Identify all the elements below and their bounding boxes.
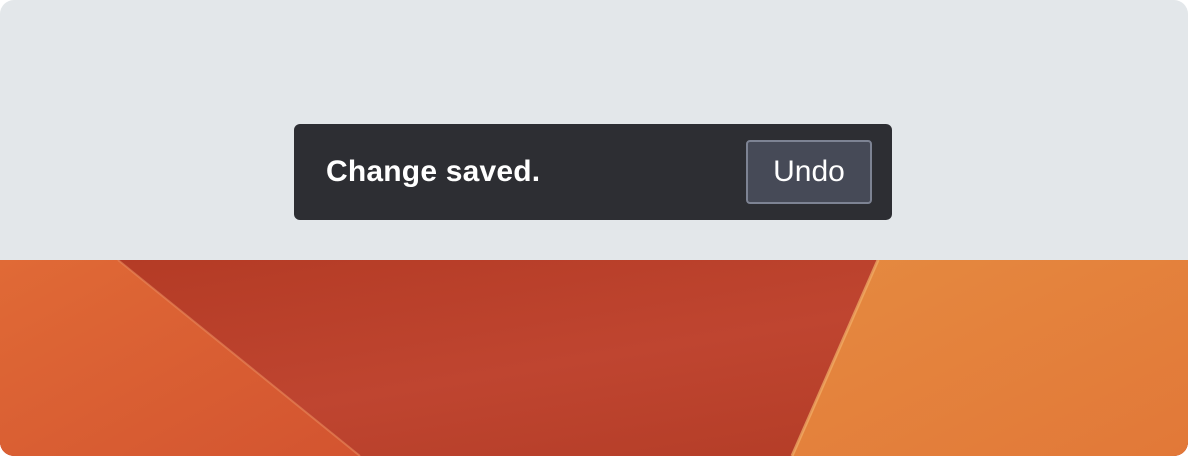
desktop-wallpaper bbox=[0, 260, 1188, 456]
wallpaper-graphic bbox=[0, 260, 1188, 456]
content-panel: Change saved. Undo bbox=[0, 0, 1188, 260]
snackbar-message: Change saved. bbox=[326, 155, 541, 188]
undo-button[interactable]: Undo bbox=[746, 140, 872, 204]
screen: Change saved. Undo bbox=[0, 0, 1188, 456]
snackbar: Change saved. Undo bbox=[294, 124, 892, 220]
